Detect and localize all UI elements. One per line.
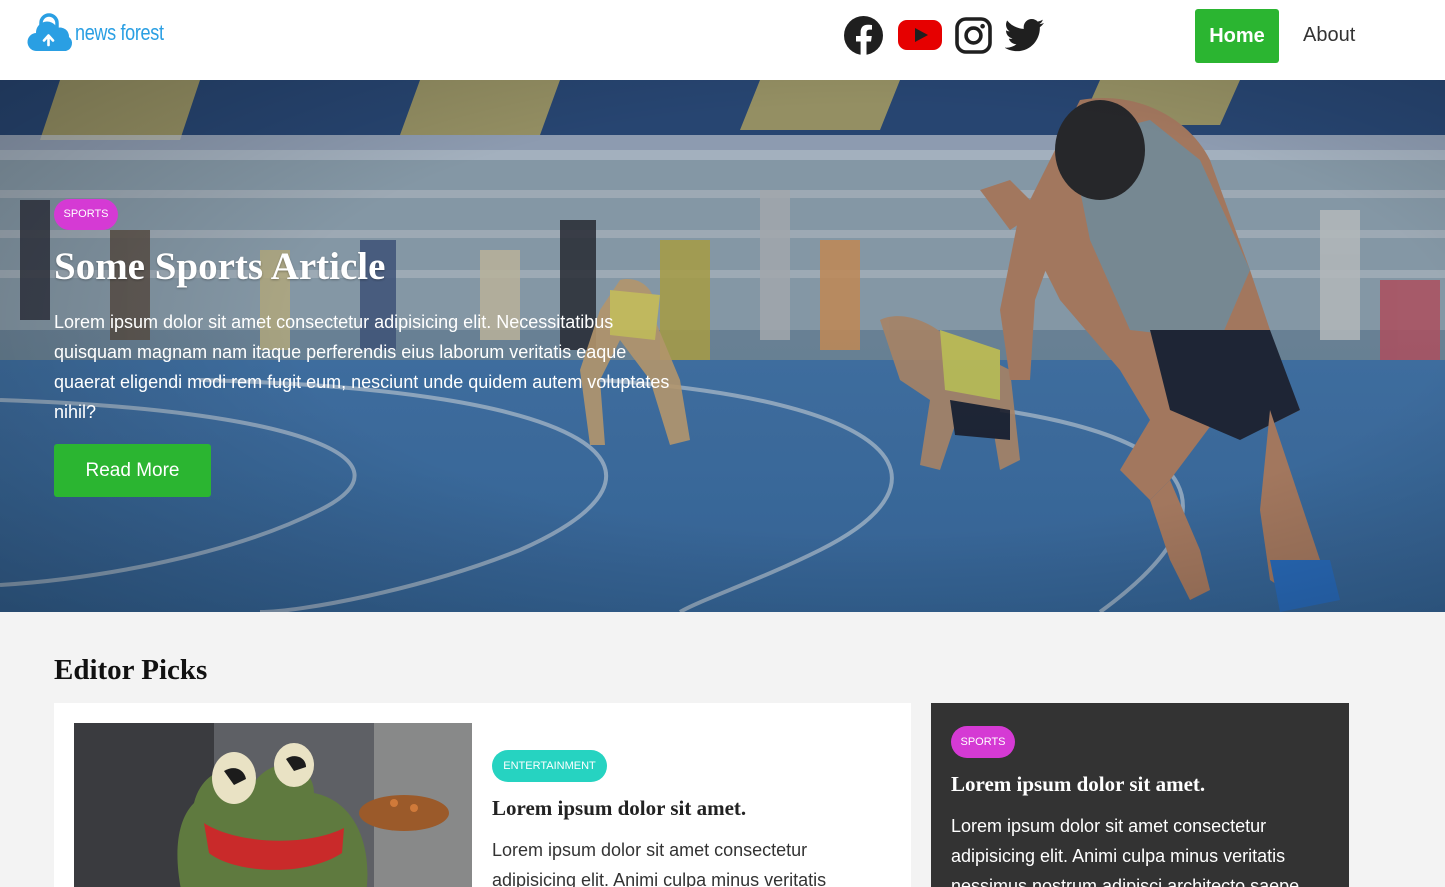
card-text: Lorem ipsum dolor sit amet consectetur a… xyxy=(492,840,827,887)
card-title[interactable]: Lorem ipsum dolor sit amet. xyxy=(492,796,746,821)
facebook-link[interactable] xyxy=(843,14,884,56)
youtube-icon xyxy=(898,19,942,51)
hero-banner: SPORTS Some Sports Article Lorem ipsum d… xyxy=(0,80,1445,612)
instagram-icon xyxy=(955,16,992,54)
twitter-icon xyxy=(1005,18,1045,52)
read-more-button[interactable]: Read More xyxy=(54,444,211,497)
editor-picks-heading: Editor Picks xyxy=(54,654,208,686)
editor-pick-card[interactable]: ENTERTAINMENT Lorem ipsum dolor sit amet… xyxy=(54,703,911,887)
nav-about[interactable]: About xyxy=(1303,24,1355,50)
sports-badge[interactable]: SPORTS xyxy=(951,726,1015,758)
cloud-upload-lock-icon xyxy=(27,13,73,53)
hero-text: Lorem ipsum dolor sit amet consectetur a… xyxy=(54,312,670,422)
instagram-link[interactable] xyxy=(955,14,992,56)
side-card-title[interactable]: Lorem ipsum dolor sit amet. xyxy=(951,772,1205,797)
facebook-icon xyxy=(843,15,884,56)
site-header: news forest Home About xyxy=(0,0,1445,80)
side-pick-card[interactable]: SPORTS Lorem ipsum dolor sit amet. Lorem… xyxy=(931,703,1349,887)
card-image[interactable] xyxy=(74,723,472,887)
side-card-text: Lorem ipsum dolor sit amet consectetur a… xyxy=(951,816,1300,887)
nav-home[interactable]: Home xyxy=(1195,9,1279,63)
youtube-link[interactable] xyxy=(898,14,942,56)
hero-title[interactable]: Some Sports Article xyxy=(54,244,385,289)
brand-logo[interactable]: news forest xyxy=(27,13,183,53)
entertainment-badge[interactable]: ENTERTAINMENT xyxy=(492,750,607,782)
hero-category-badge[interactable]: SPORTS xyxy=(54,199,118,230)
brand-name: news forest xyxy=(75,20,164,45)
twitter-link[interactable] xyxy=(1005,14,1045,56)
